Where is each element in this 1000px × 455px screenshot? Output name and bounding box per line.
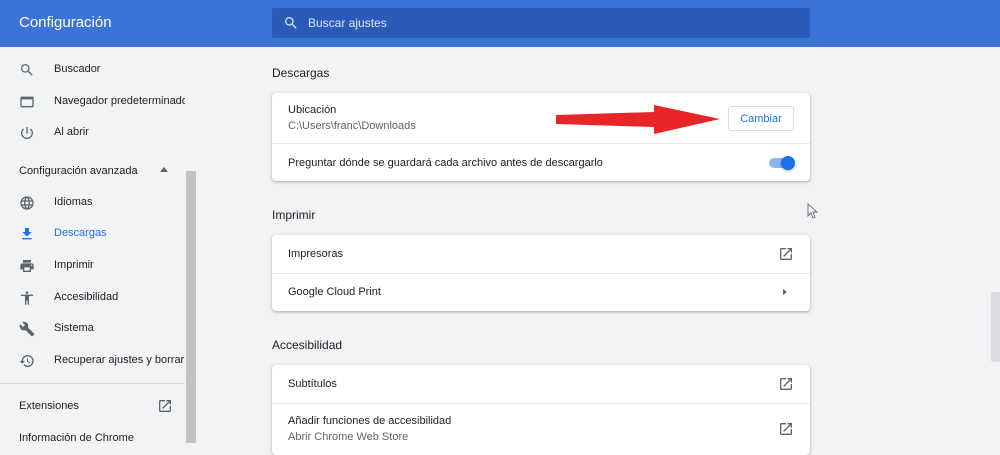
location-label: Ubicación	[288, 104, 337, 116]
sidebar-item-about-chrome[interactable]: Información de Chrome	[19, 432, 134, 444]
sidebar: Buscador Navegador predeterminado Al abr…	[0, 47, 197, 455]
printer-icon	[20, 260, 34, 272]
open-in-new-icon[interactable]	[778, 421, 794, 437]
printers-row[interactable]: Impresoras	[272, 235, 810, 273]
add-accessibility-features-row[interactable]: Añadir funciones de accesibilidad Abrir …	[272, 403, 810, 455]
search-icon	[21, 64, 33, 76]
sidebar-item-system[interactable]: Sistema	[0, 314, 185, 344]
sidebar-item-label: Accesibilidad	[54, 291, 119, 303]
sidebar-item-extensions[interactable]: Extensiones	[19, 400, 79, 412]
sidebar-item-label: Sistema	[54, 322, 94, 334]
sidebar-item-label: Buscador	[54, 63, 101, 75]
open-in-new-icon[interactable]	[778, 246, 794, 262]
downloads-section-title: Descargas	[272, 66, 330, 80]
search-icon	[285, 17, 297, 29]
chevron-right-icon	[783, 289, 787, 295]
sidebar-item-label: Navegador predeterminado	[54, 95, 188, 107]
advanced-section-toggle[interactable]: Configuración avanzada	[19, 165, 138, 177]
ask-before-download-toggle[interactable]	[769, 156, 795, 170]
cloud-print-label: Google Cloud Print	[288, 286, 381, 298]
change-location-button[interactable]: Cambiar	[728, 106, 794, 131]
mouse-cursor-icon	[807, 203, 819, 219]
print-section-title: Imprimir	[272, 208, 316, 222]
cloud-print-row[interactable]: Google Cloud Print	[272, 273, 810, 311]
history-icon	[19, 355, 34, 367]
wrench-icon	[19, 321, 35, 337]
globe-icon	[20, 196, 34, 210]
sidebar-divider	[0, 383, 185, 384]
location-path: C:\Users\franc\Downloads	[288, 120, 416, 132]
search-input[interactable]	[308, 13, 788, 33]
red-arrow-annotation	[556, 105, 720, 134]
sidebar-item-on-startup[interactable]: Al abrir	[0, 118, 185, 148]
browser-icon	[20, 96, 34, 108]
row-divider	[272, 143, 810, 144]
download-icon	[22, 228, 32, 240]
downloads-card: Ubicación C:\Users\franc\Downloads Cambi…	[272, 93, 810, 181]
sidebar-item-label: Idiomas	[54, 196, 93, 208]
sidebar-item-label: Imprimir	[54, 259, 94, 271]
page-scrollbar-thumb[interactable]	[991, 292, 1000, 362]
add-features-sublabel: Abrir Chrome Web Store	[288, 431, 409, 443]
open-in-new-icon[interactable]	[157, 398, 173, 414]
top-bar: Configuración	[0, 0, 1000, 47]
add-features-label: Añadir funciones de accesibilidad	[288, 415, 452, 427]
captions-label: Subtítulos	[288, 378, 337, 390]
search-box[interactable]	[272, 8, 810, 38]
page-title: Configuración	[19, 14, 112, 31]
printers-label: Impresoras	[288, 248, 344, 260]
ask-before-download-label: Preguntar dónde se guardará cada archivo…	[288, 157, 603, 169]
sidebar-item-reset[interactable]: Recuperar ajustes y borrar	[0, 346, 185, 376]
power-icon	[21, 127, 33, 139]
sidebar-item-accessibility[interactable]: Accesibilidad	[0, 283, 185, 313]
sidebar-scrollbar-thumb[interactable]	[186, 171, 196, 443]
toggle-knob	[781, 156, 795, 170]
accessibility-card: Subtítulos Añadir funciones de accesibil…	[272, 365, 810, 455]
caret-up-icon[interactable]	[160, 167, 168, 172]
sidebar-item-label: Recuperar ajustes y borrar	[54, 354, 185, 366]
sidebar-item-default-browser[interactable]: Navegador predeterminado	[0, 87, 188, 117]
accessibility-icon	[21, 291, 33, 305]
sidebar-item-downloads[interactable]: Descargas	[0, 219, 185, 249]
accessibility-section-title: Accesibilidad	[272, 338, 343, 352]
open-in-new-icon[interactable]	[778, 376, 794, 392]
print-card: Impresoras Google Cloud Print	[272, 235, 810, 311]
sidebar-item-label: Descargas	[54, 227, 107, 239]
sidebar-item-languages[interactable]: Idiomas	[0, 188, 185, 218]
sidebar-item-buscador[interactable]: Buscador	[0, 55, 185, 85]
sidebar-item-print[interactable]: Imprimir	[0, 251, 185, 281]
captions-row[interactable]: Subtítulos	[272, 365, 810, 403]
sidebar-item-label: Al abrir	[54, 126, 89, 138]
